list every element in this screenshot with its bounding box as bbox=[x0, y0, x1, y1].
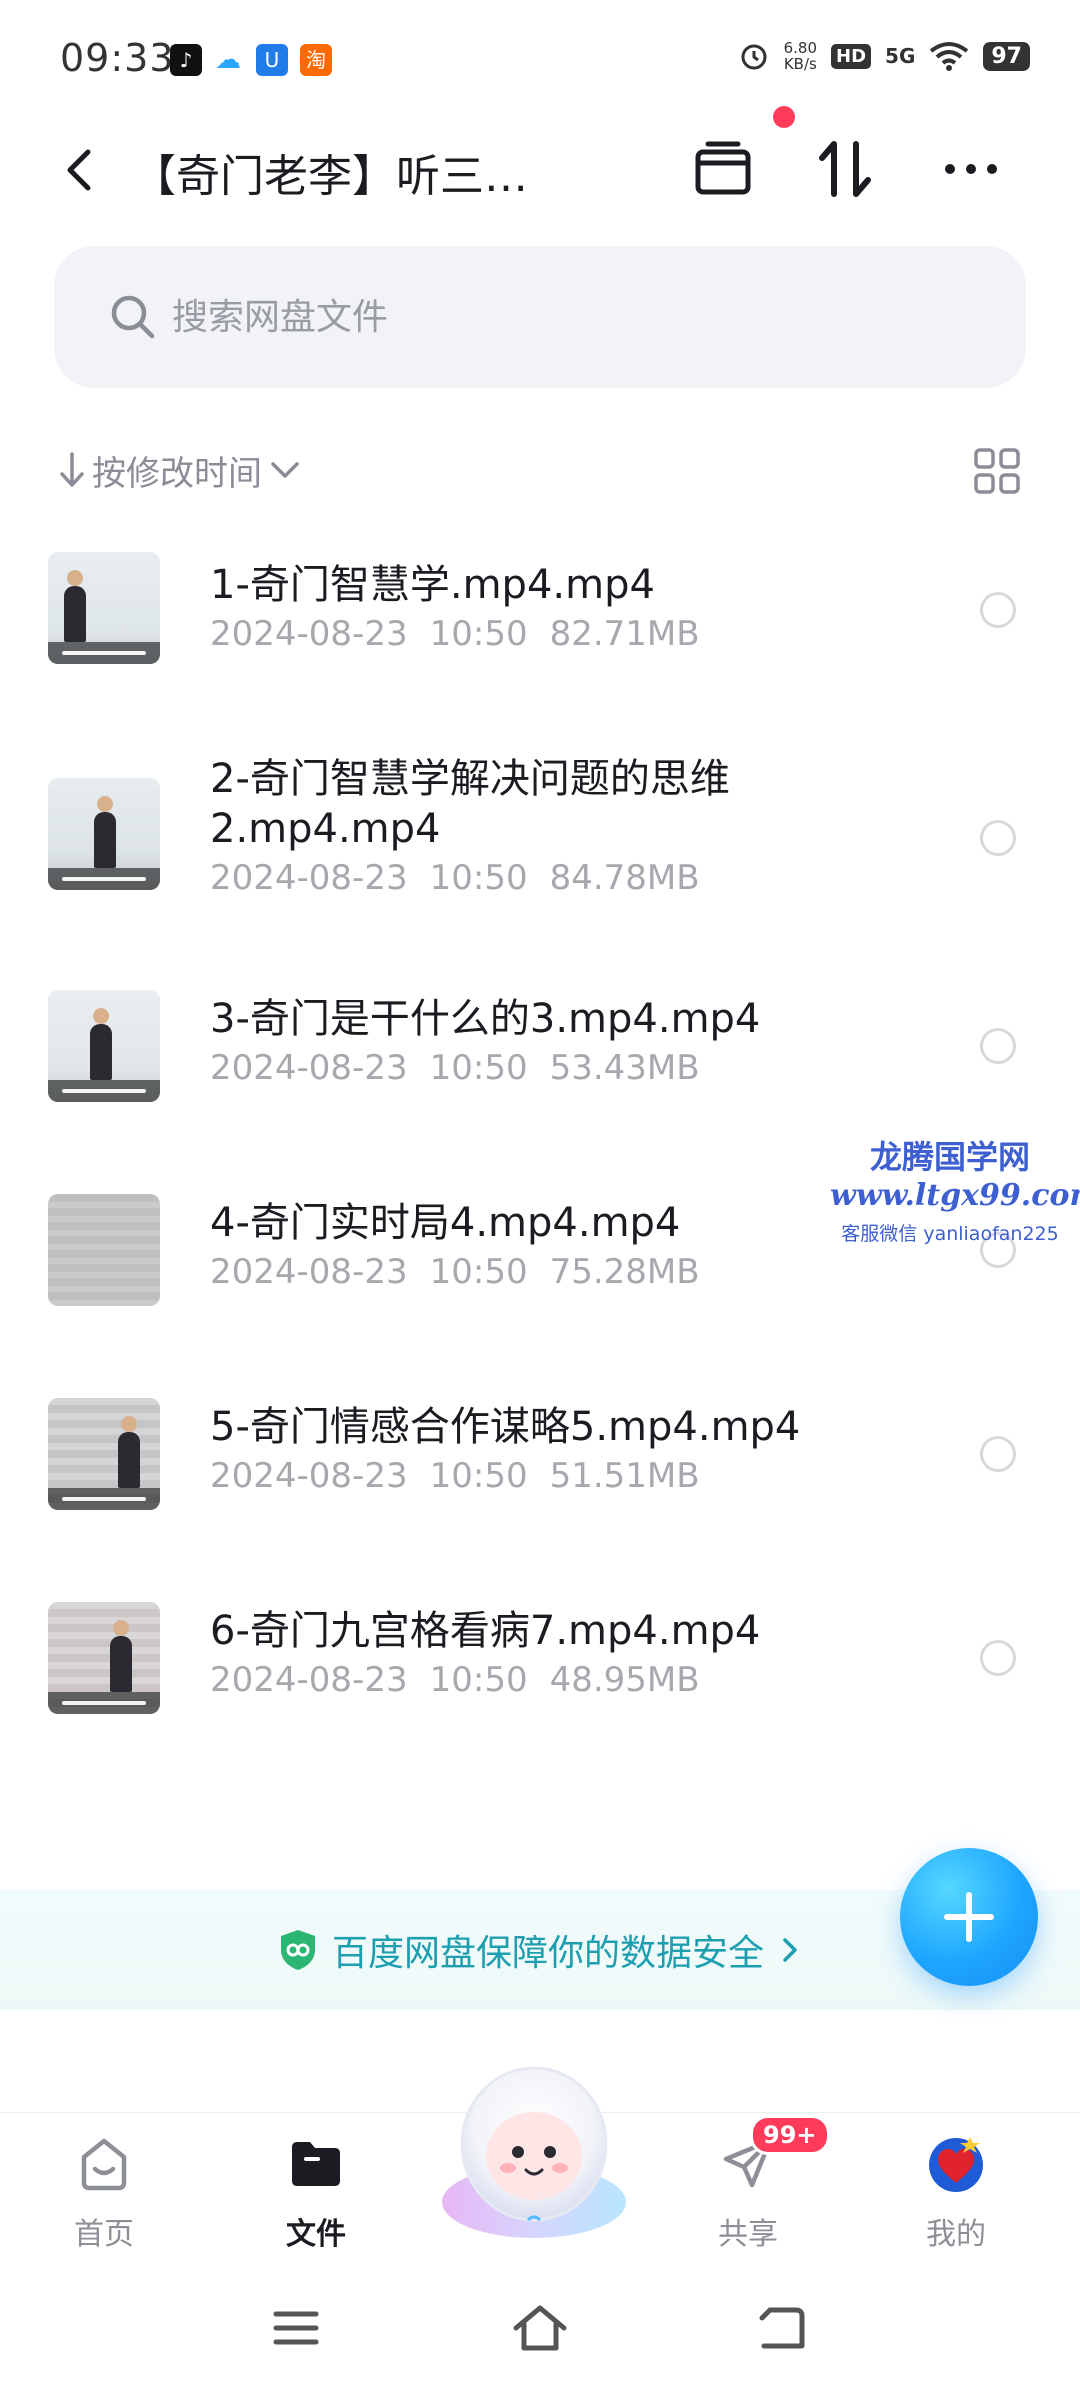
shield-icon bbox=[280, 1930, 315, 1970]
add-button[interactable] bbox=[900, 1848, 1038, 1986]
system-nav-bar bbox=[0, 2262, 1080, 2400]
file-meta: 2024-08-23 10:50 75.28MB bbox=[210, 1252, 722, 1292]
safety-text: 百度网盘保障你的数据安全 bbox=[331, 1933, 764, 1974]
wifi-icon bbox=[930, 42, 969, 71]
file-meta: 2024-08-23 10:50 51.51MB bbox=[210, 1456, 722, 1496]
file-meta: 2024-08-23 10:50 84.78MB bbox=[210, 858, 722, 898]
grid-view-icon[interactable] bbox=[972, 446, 1022, 496]
select-checkbox[interactable] bbox=[980, 1640, 1016, 1676]
back-icon[interactable] bbox=[50, 140, 110, 200]
network-type: 5G bbox=[885, 44, 916, 68]
tiktok-icon: ♪ bbox=[170, 44, 202, 76]
select-checkbox[interactable] bbox=[980, 1028, 1016, 1064]
search-icon bbox=[111, 295, 155, 339]
file-date: 2024-08-23 bbox=[210, 1252, 408, 1292]
file-size: 48.95MB bbox=[549, 1660, 700, 1700]
nav-profile[interactable]: 我的 bbox=[876, 2113, 1036, 2263]
status-bar: 09:33 ♪ ☁ U 淘 6.80 KB/s HD 5G 97 bbox=[0, 0, 1080, 110]
nav-label: 文件 bbox=[286, 2217, 346, 2252]
nav-files[interactable]: 文件 bbox=[236, 2113, 396, 2263]
network-speed-value: 6.80 bbox=[783, 39, 818, 57]
watermark: 龙腾国学网 www.ltgx99.com 客服微信 yanliaofan225 bbox=[830, 1132, 1080, 1246]
back-button-icon[interactable] bbox=[750, 2296, 814, 2360]
network-speed-unit: KB/s bbox=[783, 55, 817, 73]
watermark-url: www.ltgx99.com bbox=[830, 1178, 1080, 1213]
folder-icon bbox=[292, 2142, 340, 2186]
more-icon[interactable] bbox=[938, 136, 1004, 202]
home-button-icon[interactable] bbox=[508, 2296, 572, 2360]
network-speed: 6.80 KB/s bbox=[784, 40, 817, 72]
file-name: 1-奇门智慧学.mp4.mp4 bbox=[210, 562, 655, 608]
nav-home[interactable]: 首页 bbox=[24, 2113, 184, 2263]
file-time: 10:50 bbox=[429, 1252, 528, 1292]
file-name: 6-奇门九宫格看病7.mp4.mp4 bbox=[210, 1608, 761, 1654]
file-time: 10:50 bbox=[429, 1048, 528, 1088]
chevron-right-icon bbox=[783, 1938, 797, 1962]
nav-label: 首页 bbox=[74, 2217, 134, 2252]
file-date: 2024-08-23 bbox=[210, 1456, 408, 1496]
taobao-icon: 淘 bbox=[300, 44, 332, 76]
video-thumbnail bbox=[48, 1194, 160, 1306]
file-date: 2024-08-23 bbox=[210, 1660, 408, 1700]
select-checkbox[interactable] bbox=[980, 592, 1016, 628]
baidu-netdisk-icon: ☁ bbox=[212, 44, 244, 76]
file-time: 10:50 bbox=[429, 1456, 528, 1496]
sort-label: 按修改时间 bbox=[92, 453, 262, 494]
battery-level: 97 bbox=[983, 41, 1030, 71]
file-meta: 2024-08-23 10:50 48.95MB bbox=[210, 1660, 722, 1700]
file-time: 10:50 bbox=[429, 858, 528, 898]
file-date: 2024-08-23 bbox=[210, 614, 408, 654]
file-time: 10:50 bbox=[429, 1660, 528, 1700]
header: 【奇门老李】听三… bbox=[0, 106, 1080, 230]
home-icon bbox=[81, 2138, 127, 2191]
video-thumbnail bbox=[48, 990, 160, 1102]
video-thumbnail bbox=[48, 778, 160, 890]
search-bar[interactable] bbox=[54, 246, 1026, 388]
nav-label: 共享 bbox=[718, 2217, 778, 2252]
mascot-icon[interactable] bbox=[424, 2052, 644, 2242]
select-checkbox[interactable] bbox=[980, 1436, 1016, 1472]
file-name: 3-奇门是干什么的3.mp4.mp4 bbox=[210, 996, 761, 1042]
watermark-contact: 客服微信 yanliaofan225 bbox=[841, 1223, 1059, 1245]
search-input[interactable] bbox=[172, 286, 872, 348]
select-checkbox[interactable] bbox=[980, 820, 1016, 856]
nav-label: 我的 bbox=[926, 2217, 986, 2252]
status-time: 09:33 bbox=[60, 36, 175, 80]
video-thumbnail bbox=[48, 1602, 160, 1714]
chevron-down-icon bbox=[271, 462, 299, 478]
file-date: 2024-08-23 bbox=[210, 1048, 408, 1088]
sort-arrows-icon[interactable] bbox=[812, 136, 878, 202]
file-time: 10:50 bbox=[429, 614, 528, 654]
share-badge: 99+ bbox=[750, 2115, 830, 2155]
file-name: 2-奇门智慧学解决问题的思维2.mp4.mp4 bbox=[210, 756, 730, 852]
file-meta: 2024-08-23 10:50 53.43MB bbox=[210, 1048, 722, 1088]
file-meta: 2024-08-23 10:50 82.71MB bbox=[210, 614, 722, 654]
file-date: 2024-08-23 bbox=[210, 858, 408, 898]
hd-badge: HD bbox=[831, 43, 872, 69]
notification-dot bbox=[773, 106, 795, 128]
arrow-down-icon bbox=[60, 452, 84, 487]
video-thumbnail bbox=[48, 552, 160, 664]
file-size: 84.78MB bbox=[549, 858, 700, 898]
file-name: 5-奇门情感合作谋略5.mp4.mp4 bbox=[210, 1404, 801, 1450]
alarm-icon bbox=[741, 44, 767, 70]
u-app-icon: U bbox=[256, 44, 288, 76]
page-title: 【奇门老李】听三… bbox=[132, 151, 528, 202]
video-thumbnail bbox=[48, 1398, 160, 1510]
status-indicators: 6.80 KB/s HD 5G 97 bbox=[738, 40, 1030, 72]
avatar-heart-icon bbox=[929, 2137, 983, 2192]
file-size: 51.51MB bbox=[549, 1456, 700, 1496]
file-size: 82.71MB bbox=[549, 614, 700, 654]
file-size: 75.28MB bbox=[549, 1252, 700, 1292]
watermark-title: 龙腾国学网 bbox=[869, 1138, 1030, 1176]
nav-share[interactable]: 99+ 共享 bbox=[668, 2113, 830, 2263]
menu-icon[interactable] bbox=[264, 2296, 328, 2360]
transfer-box-icon[interactable] bbox=[690, 136, 756, 202]
file-size: 53.43MB bbox=[549, 1048, 700, 1088]
sort-selector[interactable]: 按修改时间 bbox=[58, 440, 302, 500]
